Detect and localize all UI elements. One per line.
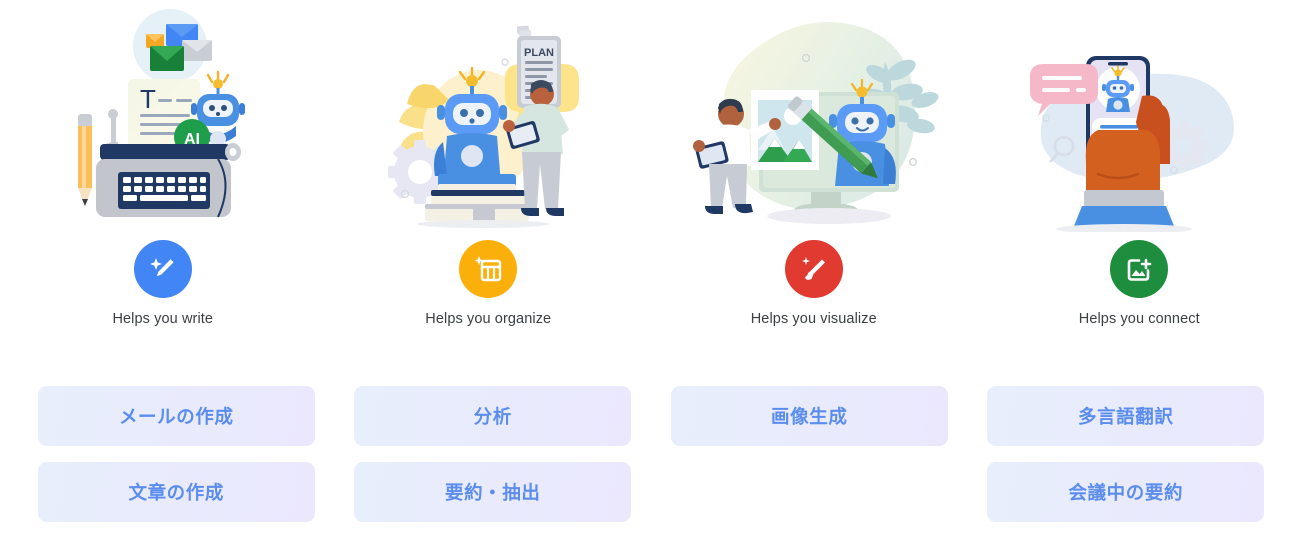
feature-column-write: T AI Helps you write xyxy=(0,0,326,345)
feature-label-organize: Helps you organize xyxy=(425,311,552,327)
suggestion-chip-grid: メールの作成 文章の作成 分析 要約・抽出 画像生成 多言語翻訳 会議中の要約 xyxy=(0,386,1302,522)
chip-summarize-extract[interactable]: 要約・抽出 xyxy=(354,462,632,522)
chip-column-4: 多言語翻訳 会議中の要約 xyxy=(968,386,1285,522)
feature-column-organize: PLAN Helps you organize xyxy=(326,0,652,345)
feature-label-visualize: Helps you visualize xyxy=(750,311,877,327)
svg-text:T: T xyxy=(140,84,156,114)
chip-text-compose[interactable]: 文章の作成 xyxy=(37,462,315,522)
magic-table-icon xyxy=(459,240,518,298)
chip-analysis[interactable]: 分析 xyxy=(354,386,632,446)
feature-column-connect: Helps you connect xyxy=(977,0,1302,345)
chip-column-3: 画像生成 xyxy=(651,386,968,522)
add-image-icon xyxy=(1110,240,1169,298)
feature-column-visualize: Helps you visualize xyxy=(651,0,977,345)
chip-image-generation[interactable]: 画像生成 xyxy=(670,386,948,446)
typewriter-email-robot-illustration: T AI xyxy=(0,0,326,232)
feature-columns: T AI Helps you write PLAN Helps you orga… xyxy=(0,0,1302,345)
feature-showcase-panel: T AI Helps you write PLAN Helps you orga… xyxy=(0,0,1302,535)
feature-label-write: Helps you write xyxy=(112,311,214,327)
chip-column-1: メールの作成 文章の作成 xyxy=(18,386,335,522)
feature-label-connect: Helps you connect xyxy=(1078,311,1200,327)
chip-column-2: 分析 要約・抽出 xyxy=(335,386,652,522)
magic-brush-icon xyxy=(784,240,843,298)
svg-text:PLAN: PLAN xyxy=(524,47,554,59)
chip-mail-compose[interactable]: メールの作成 xyxy=(37,386,315,446)
magic-pencil-icon xyxy=(133,240,192,298)
robot-books-plan-person-illustration: PLAN xyxy=(326,0,652,232)
chip-multilingual-translation[interactable]: 多言語翻訳 xyxy=(987,386,1265,446)
hand-phone-chatbot-illustration xyxy=(977,0,1302,232)
monitor-image-robot-brush-illustration xyxy=(651,0,977,232)
chip-meeting-summary[interactable]: 会議中の要約 xyxy=(987,462,1265,522)
